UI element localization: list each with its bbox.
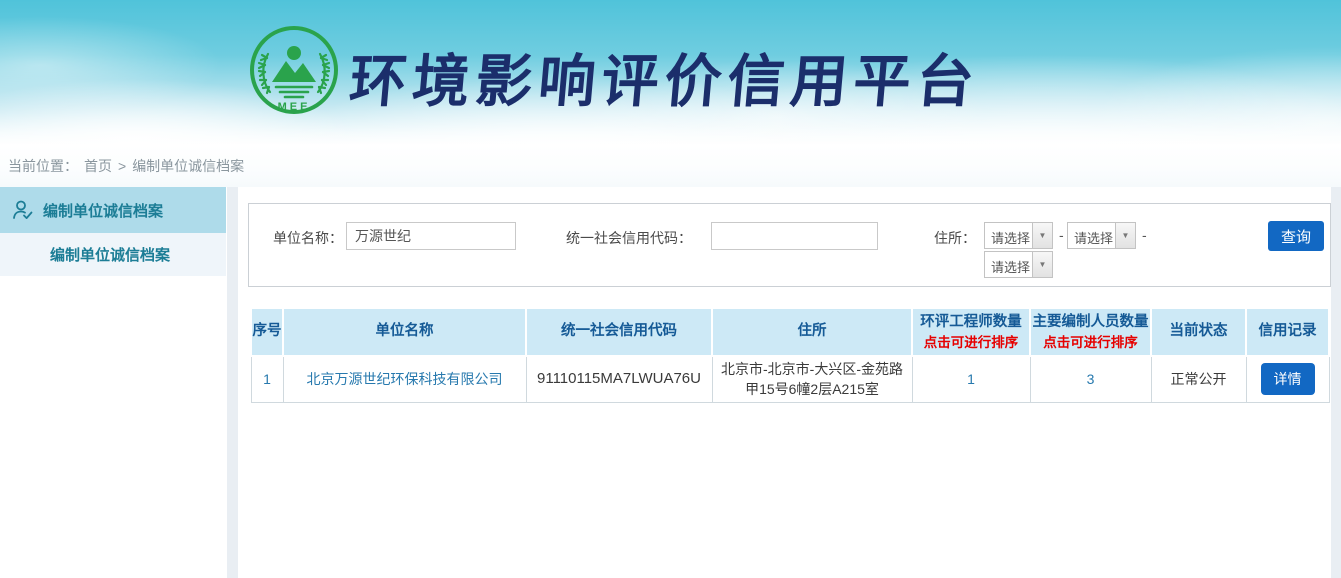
breadcrumb-prefix: 当前位置： [8,156,78,176]
header-engineer-count-sort[interactable]: 环评工程师数量 点击可进行排序 [912,308,1030,356]
results-table: 序号 单位名称 统一社会信用代码 住所 环评工程师数量 点击可进行排序 主要编制… [250,307,1330,403]
sidebar-subitem-unit-credit-archive[interactable]: 编制单位诚信档案 [0,233,226,276]
cell-credit-code: 91110115MA7LWUA76U [526,356,712,402]
breadcrumb: 当前位置： 首页 > 编制单位诚信档案 [0,145,1341,187]
chevron-down-icon[interactable]: ▼ [1032,223,1052,248]
header-unit-name: 单位名称 [283,308,526,356]
cell-credit-record: 详情 [1246,356,1329,402]
header-status: 当前状态 [1151,308,1246,356]
cell-address: 北京市-北京市-大兴区-金苑路甲15号6幢2层A215室 [712,356,912,402]
staff-count-link[interactable]: 3 [1087,371,1095,387]
sidebar: 编制单位诚信档案 编制单位诚信档案 [0,187,226,276]
page: MEE 环境影响评价信用平台 当前位置： 首页 > 编制单位诚信档案 编制单位诚… [0,0,1341,578]
query-button[interactable]: 查询 [1268,221,1324,251]
chevron-down-icon[interactable]: ▼ [1115,223,1135,248]
header-staff-count-sort[interactable]: 主要编制人员数量 点击可进行排序 [1030,308,1151,356]
site-banner: MEE 环境影响评价信用平台 [0,0,1341,145]
mee-logo-icon: MEE [248,24,340,116]
site-title: 环境影响评价信用平台 [346,36,983,118]
breadcrumb-home-link[interactable]: 首页 [84,156,112,176]
chevron-down-icon[interactable]: ▼ [1032,252,1052,277]
header-credit-code: 统一社会信用代码 [526,308,712,356]
unit-name-label: 单位名称： [273,228,343,248]
detail-button[interactable]: 详情 [1261,363,1315,395]
user-check-icon [12,199,34,221]
city-select[interactable]: 请选择 ▼ [1067,222,1136,249]
cell-index: 1 [251,356,283,402]
province-select[interactable]: 请选择 ▼ [984,222,1053,249]
sort-hint: 点击可进行排序 [1031,333,1150,353]
unit-name-input[interactable] [346,222,516,250]
district-select[interactable]: 请选择 ▼ [984,251,1053,278]
breadcrumb-current: 编制单位诚信档案 [132,156,244,176]
breadcrumb-separator: > [118,158,126,174]
sidebar-item-label: 编制单位诚信档案 [43,200,163,221]
engineer-count-link[interactable]: 1 [967,371,975,387]
table-row: 1 北京万源世纪环保科技有限公司 91110115MA7LWUA76U 北京市-… [251,356,1329,402]
table-header-row: 序号 单位名称 统一社会信用代码 住所 环评工程师数量 点击可进行排序 主要编制… [251,308,1329,356]
sort-hint: 点击可进行排序 [913,333,1029,353]
right-divider [1331,187,1341,578]
dash-separator: - [1059,227,1064,243]
sidebar-subitem-label: 编制单位诚信档案 [50,244,170,265]
header-index: 序号 [251,308,283,356]
credit-code-label: 统一社会信用代码： [566,228,692,248]
cell-engineer-count: 1 [912,356,1030,402]
search-panel: 单位名称： 统一社会信用代码： 住所： 请选择 ▼ - 请选择 ▼ - 请选择 … [248,203,1331,287]
svg-text:MEE: MEE [278,101,311,113]
left-divider [227,187,238,578]
cell-staff-count: 3 [1030,356,1151,402]
dash-separator: - [1142,227,1147,243]
header-credit-record: 信用记录 [1246,308,1329,356]
credit-code-input[interactable] [711,222,878,250]
cell-unit-name: 北京万源世纪环保科技有限公司 [283,356,526,402]
cell-status: 正常公开 [1151,356,1246,402]
address-label: 住所： [934,228,976,248]
sidebar-item-unit-credit-archive[interactable]: 编制单位诚信档案 [0,187,226,233]
header-address: 住所 [712,308,912,356]
unit-name-link[interactable]: 北京万源世纪环保科技有限公司 [307,371,503,387]
